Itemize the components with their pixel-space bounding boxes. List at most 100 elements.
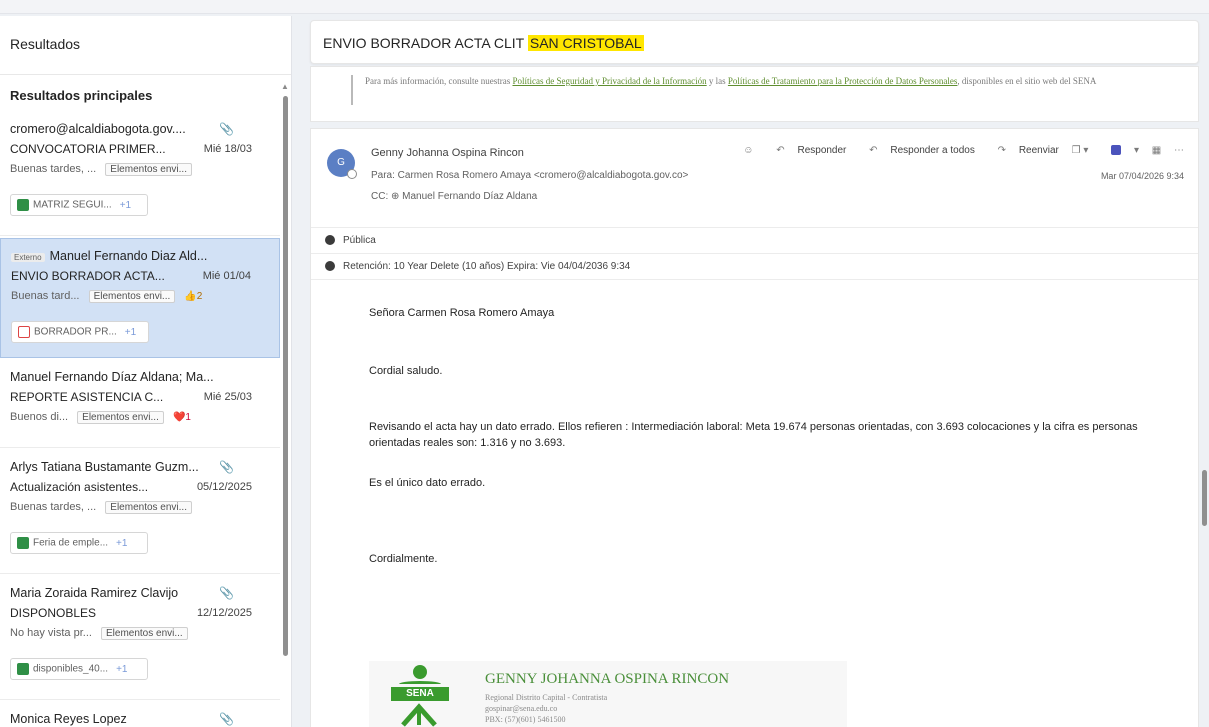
sensitivity-text: Pública <box>343 235 376 246</box>
subject-header: ENVIO BORRADOR ACTA CLIT SAN CRISTOBAL <box>310 20 1199 64</box>
logo-text: SENA <box>391 687 449 701</box>
item-sender: Manuel Fernando Díaz Aldana; Ma... <box>10 370 214 384</box>
attachment-name: disponibles_40... <box>33 663 109 675</box>
reply-all-icon: ↶ <box>869 145 881 156</box>
divider <box>0 74 291 75</box>
list-item[interactable]: Manuel Fernando Díaz Aldana; Ma... REPOR… <box>0 360 280 448</box>
excel-file-icon <box>17 663 29 675</box>
teams-button[interactable]: ▾ <box>1101 145 1139 156</box>
attachment-chip[interactable]: MATRIZ SEGUI... +1 <box>10 194 148 216</box>
attachment-chip[interactable]: Feria de emple... +1 <box>10 532 148 554</box>
folder-tag[interactable]: Elementos envi... <box>77 411 164 424</box>
results-title: Resultados <box>10 36 81 52</box>
item-date: Mié 25/03 <box>203 391 252 403</box>
heart-reaction[interactable]: ❤️1 <box>173 412 191 423</box>
item-sender: Arlys Tatiana Bustamante Guzm... <box>10 460 199 474</box>
item-date: 05/12/2025 <box>196 481 252 493</box>
list-item[interactable]: Maria Zoraida Ramirez Clavijo 📎 DISPONOB… <box>0 576 280 700</box>
results-scrollbar[interactable] <box>283 96 288 656</box>
divider <box>311 279 1198 280</box>
more-options-icon[interactable]: ⋯ <box>1174 145 1184 156</box>
footer-text: y las <box>706 76 728 86</box>
item-subject: CONVOCATORIA PRIMER... <box>10 142 166 156</box>
attachment-chip[interactable]: BORRADOR PR... +1 <box>11 321 149 343</box>
sensitivity-label: Pública <box>311 227 1198 253</box>
previous-message-collapsed[interactable]: Para más información, consulte nuestras … <box>310 66 1199 122</box>
item-preview: Buenas tardes, ... <box>10 501 97 513</box>
cc-recipients[interactable]: CC: ⊕ Manuel Fernando Díaz Aldana <box>371 191 537 202</box>
emoji-react-button[interactable]: ☺ <box>743 145 753 156</box>
signature-name: GENNY JOHANNA OSPINA RINCON <box>485 671 730 687</box>
item-date: 12/12/2025 <box>196 607 252 619</box>
reply-button[interactable]: ↶ Responder <box>766 145 846 156</box>
forward-label: Reenviar <box>1018 145 1059 156</box>
reply-icon: ↶ <box>776 145 788 156</box>
signature-role: Regional Distrito Capital - Contratista <box>485 693 608 702</box>
item-subject: REPORTE ASISTENCIA C... <box>10 390 164 404</box>
list-item[interactable]: cromero@alcaldiabogota.gov.... 📎 CONVOCA… <box>0 112 280 236</box>
footer-text: , disponibles en el sitio web del SENA <box>957 76 1097 86</box>
search-highlight: SAN CRISTOBAL <box>527 35 644 51</box>
paperclip-icon: 📎 <box>219 460 234 474</box>
logo-figure <box>401 703 437 727</box>
reading-pane-scrollbar[interactable] <box>1202 470 1207 526</box>
to-recipients[interactable]: Para: Carmen Rosa Romero Amaya <cromero@… <box>371 170 688 181</box>
attachment-more: +1 <box>116 663 128 675</box>
item-preview: Buenos di... <box>10 411 69 423</box>
reply-label: Responder <box>797 145 847 156</box>
item-sender: Monica Reyes Lopez <box>10 712 127 726</box>
folder-tag[interactable]: Elementos envi... <box>105 163 192 176</box>
sender-name[interactable]: Genny Johanna Ospina Rincon <box>371 147 524 159</box>
list-item-selected[interactable]: Externo Manuel Fernando Diaz Ald... ENVIO… <box>0 238 280 358</box>
attachment-chip[interactable]: disponibles_40... +1 <box>10 658 148 680</box>
results-pane: Resultados Resultados principales ▲ crom… <box>0 16 292 727</box>
paperclip-icon: 📎 <box>219 122 234 136</box>
attachment-more: +1 <box>116 537 128 549</box>
body-salutation: Cordial saludo. <box>369 365 443 377</box>
message-date: Mar 07/04/2026 9:34 <box>1100 171 1184 181</box>
quote-bar <box>351 75 353 105</box>
pdf-file-icon <box>18 326 30 338</box>
sensitivity-icon <box>325 235 335 245</box>
message-card: G Genny Johanna Ospina Rincon ☺ ↶ Respon… <box>310 128 1199 727</box>
item-sender: Maria Zoraida Ramirez Clavijo <box>10 586 179 600</box>
grid-view-icon[interactable]: ▦ <box>1152 145 1161 156</box>
external-tag: Externo <box>11 253 45 262</box>
retention-label: Retención: 10 Year Delete (10 años) Expi… <box>311 253 1198 279</box>
security-policy-link[interactable]: Políticas de Seguridad y Privacidad de l… <box>512 76 706 86</box>
item-sender: Manuel Fernando Diaz Ald... <box>49 249 208 263</box>
logo-dot <box>413 665 427 679</box>
item-subject: ENVIO BORRADOR ACTA... <box>11 269 165 283</box>
attachment-more: +1 <box>119 199 132 211</box>
like-reaction[interactable]: 👍2 <box>184 291 202 302</box>
presence-icon <box>347 169 357 179</box>
paperclip-icon: 📎 <box>219 712 234 726</box>
copy-icon[interactable]: ❐ ▾ <box>1072 145 1089 156</box>
signature-phone: PBX: (57)(601) 5461500 <box>485 715 566 724</box>
forward-button[interactable]: ↷ Reenviar <box>988 145 1059 156</box>
previous-footer-text: Para más información, consulte nuestras … <box>365 75 1185 88</box>
body-closing: Cordialmente. <box>369 553 438 565</box>
reply-all-label: Responder a todos <box>890 145 975 156</box>
folder-tag[interactable]: Elementos envi... <box>101 627 188 640</box>
top-strip <box>0 0 1209 14</box>
item-date: Mié 01/04 <box>202 270 251 282</box>
retention-icon <box>325 261 335 271</box>
item-preview: Buenas tardes, ... <box>10 163 97 175</box>
message-actions: ☺ ↶ Responder ↶ Responder a todos ↷ Reen… <box>733 145 1184 156</box>
body-paragraph: Revisando el acta hay un dato errado. El… <box>369 421 1138 449</box>
list-item[interactable]: Monica Reyes Lopez 📎 <box>0 702 280 727</box>
conversation-subject: ENVIO BORRADOR ACTA CLIT SAN CRISTOBAL <box>323 35 644 51</box>
teams-icon <box>1111 145 1122 156</box>
attachment-name: MATRIZ SEGUI... <box>33 199 112 211</box>
item-subject: Actualización asistentes... <box>10 480 149 494</box>
reply-all-button[interactable]: ↶ Responder a todos <box>859 145 975 156</box>
data-policy-link[interactable]: Políticas de Tratamiento para la Protecc… <box>728 76 957 86</box>
folder-tag[interactable]: Elementos envi... <box>105 501 192 514</box>
scroll-up-arrow-icon[interactable]: ▲ <box>281 82 289 91</box>
list-item[interactable]: Arlys Tatiana Bustamante Guzm... 📎 Actua… <box>0 450 280 574</box>
item-sender: cromero@alcaldiabogota.gov.... <box>10 122 186 136</box>
signature-email[interactable]: gospinar@sena.edu.co <box>485 704 557 713</box>
forward-icon: ↷ <box>997 145 1009 156</box>
folder-tag[interactable]: Elementos envi... <box>88 290 176 303</box>
